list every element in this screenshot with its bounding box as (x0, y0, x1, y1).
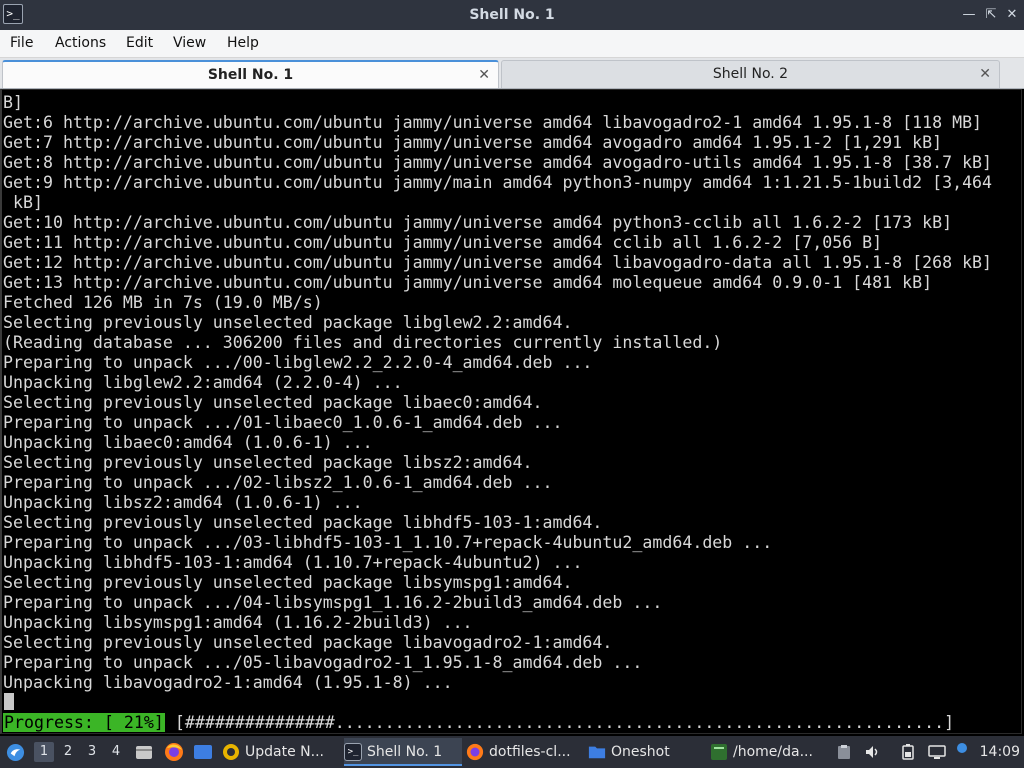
terminal-line: Get:12 http://archive.ubuntu.com/ubuntu … (3, 253, 993, 272)
terminal-line: Get:9 http://archive.ubuntu.com/ubuntu j… (3, 173, 993, 192)
task-label: Update N... (245, 744, 324, 760)
terminal-line: kB] (3, 193, 43, 212)
tab-label: Shell No. 2 (712, 66, 789, 82)
menu-actions[interactable]: Actions (55, 30, 106, 57)
terminal-line: Unpacking libsymspg1:amd64 (1.16.2-2buil… (3, 613, 473, 632)
show-desktop-icon[interactable] (193, 743, 213, 761)
task-update-manager[interactable]: Update N... (222, 738, 340, 766)
task-label: /home/da... (733, 744, 813, 760)
terminal-line: Fetched 126 MB in 7s (19.0 MB/s) (3, 293, 323, 312)
tab-shell-2[interactable]: Shell No. 2 ✕ (501, 60, 1000, 88)
workspace-2[interactable]: 2 (58, 742, 78, 762)
terminal-line: Preparing to unpack .../03-libhdf5-103-1… (3, 533, 773, 552)
workspace-4[interactable]: 4 (106, 742, 126, 762)
terminal-line: Get:8 http://archive.ubuntu.com/ubuntu j… (3, 153, 993, 172)
clock[interactable]: 14:09 (980, 736, 1020, 768)
terminal-line: Get:10 http://archive.ubuntu.com/ubuntu … (3, 213, 953, 232)
file-manager-icon[interactable] (135, 743, 153, 761)
terminal-line: Preparing to unpack .../02-libsz2_1.0.6-… (3, 473, 553, 492)
terminal-line: Preparing to unpack .../00-libglew2.2_2.… (3, 353, 593, 372)
terminal-line: Unpacking libaec0:amd64 (1.0.6-1) ... (3, 433, 373, 452)
menu-edit[interactable]: Edit (126, 30, 153, 57)
terminal-line: Unpacking libsz2:amd64 (1.0.6-1) ... (3, 493, 363, 512)
close-icon[interactable]: ✕ (979, 64, 991, 84)
close-icon[interactable]: ✕ (1003, 5, 1021, 25)
terminal-line: Preparing to unpack .../01-libaec0_1.0.6… (3, 413, 563, 432)
window-title: Shell No. 1 (469, 7, 555, 23)
task-firefox[interactable]: dotfiles-cl... (466, 738, 584, 766)
clipboard-icon[interactable] (836, 744, 852, 760)
task-label: Oneshot (611, 744, 670, 760)
maximize-icon[interactable]: ⇱ (982, 5, 1000, 25)
terminal-line: Selecting previously unselected package … (3, 513, 603, 532)
firefox-icon (466, 743, 484, 761)
task-shell-no-1[interactable]: >_ Shell No. 1 (344, 738, 462, 766)
terminal-line: Preparing to unpack .../04-libsymspg1_1.… (3, 593, 663, 612)
menu-bar: File Actions Edit View Help (0, 30, 1024, 58)
progress-row: Progress: [ 21%] [###############.......… (3, 713, 954, 733)
update-manager-icon (223, 744, 239, 760)
terminal-line: Preparing to unpack .../05-libavogadro2-… (3, 653, 643, 672)
terminal-line: Unpacking libglew2.2:amd64 (2.2.0-4) ... (3, 373, 403, 392)
menu-file[interactable]: File (10, 30, 33, 57)
progress-bar: [###############........................… (174, 713, 955, 732)
terminal-cursor (4, 693, 14, 710)
window-titlebar[interactable]: >_ Shell No. 1 — ⇱ ✕ (0, 0, 1024, 30)
terminal-line: Get:6 http://archive.ubuntu.com/ubuntu j… (3, 113, 983, 132)
firefox-icon[interactable] (164, 742, 184, 762)
terminal-icon: >_ (344, 743, 362, 761)
minimize-icon[interactable]: — (960, 5, 978, 25)
terminal-line: Selecting previously unselected package … (3, 633, 613, 652)
terminal-line: Get:11 http://archive.ubuntu.com/ubuntu … (3, 233, 883, 252)
battery-icon[interactable] (900, 744, 916, 760)
folder-icon (588, 746, 606, 759)
network-icon[interactable] (928, 744, 946, 760)
terminal-line: B] (3, 93, 23, 112)
tab-bar: Shell No. 1 ✕ Shell No. 2 ✕ (0, 58, 1024, 89)
terminal-output: B] Get:6 http://archive.ubuntu.com/ubuntu… (3, 93, 992, 693)
terminal-line: Selecting previously unselected package … (3, 573, 573, 592)
taskbar: 1 2 3 4 Update N... >_ Shell No. 1 dotfil… (0, 736, 1024, 768)
volume-icon[interactable] (864, 744, 880, 760)
task-oneshot[interactable]: Oneshot (588, 738, 706, 766)
tab-label: Shell No. 1 (207, 67, 294, 83)
menu-help[interactable]: Help (227, 30, 259, 57)
task-label: Shell No. 1 (367, 744, 443, 760)
terminal-icon (711, 744, 727, 760)
task-label: dotfiles-cl... (489, 744, 571, 760)
task-terminal-home[interactable]: /home/da... (710, 738, 828, 766)
notification-badge-icon[interactable] (956, 742, 968, 754)
close-icon[interactable]: ✕ (478, 65, 490, 85)
workspace-1[interactable]: 1 (34, 742, 54, 762)
menu-view[interactable]: View (173, 30, 206, 57)
terminal-line: Get:13 http://archive.ubuntu.com/ubuntu … (3, 273, 933, 292)
terminal-line: Get:7 http://archive.ubuntu.com/ubuntu j… (3, 133, 943, 152)
terminal-view[interactable]: B] Get:6 http://archive.ubuntu.com/ubuntu… (0, 89, 1022, 734)
terminal-line: Selecting previously unselected package … (3, 453, 533, 472)
start-menu-icon[interactable] (6, 743, 25, 762)
terminal-line: Unpacking libavogadro2-1:amd64 (1.95.1-8… (3, 673, 453, 692)
terminal-line: (Reading database ... 306200 files and d… (3, 333, 723, 352)
terminal-line: Selecting previously unselected package … (3, 313, 573, 332)
tab-shell-1[interactable]: Shell No. 1 ✕ (2, 60, 499, 88)
terminal-line: Unpacking libhdf5-103-1:amd64 (1.10.7+re… (3, 553, 583, 572)
workspace-3[interactable]: 3 (82, 742, 102, 762)
terminal-line: Selecting previously unselected package … (3, 393, 543, 412)
progress-label: Progress: [ 21%] (3, 713, 165, 732)
